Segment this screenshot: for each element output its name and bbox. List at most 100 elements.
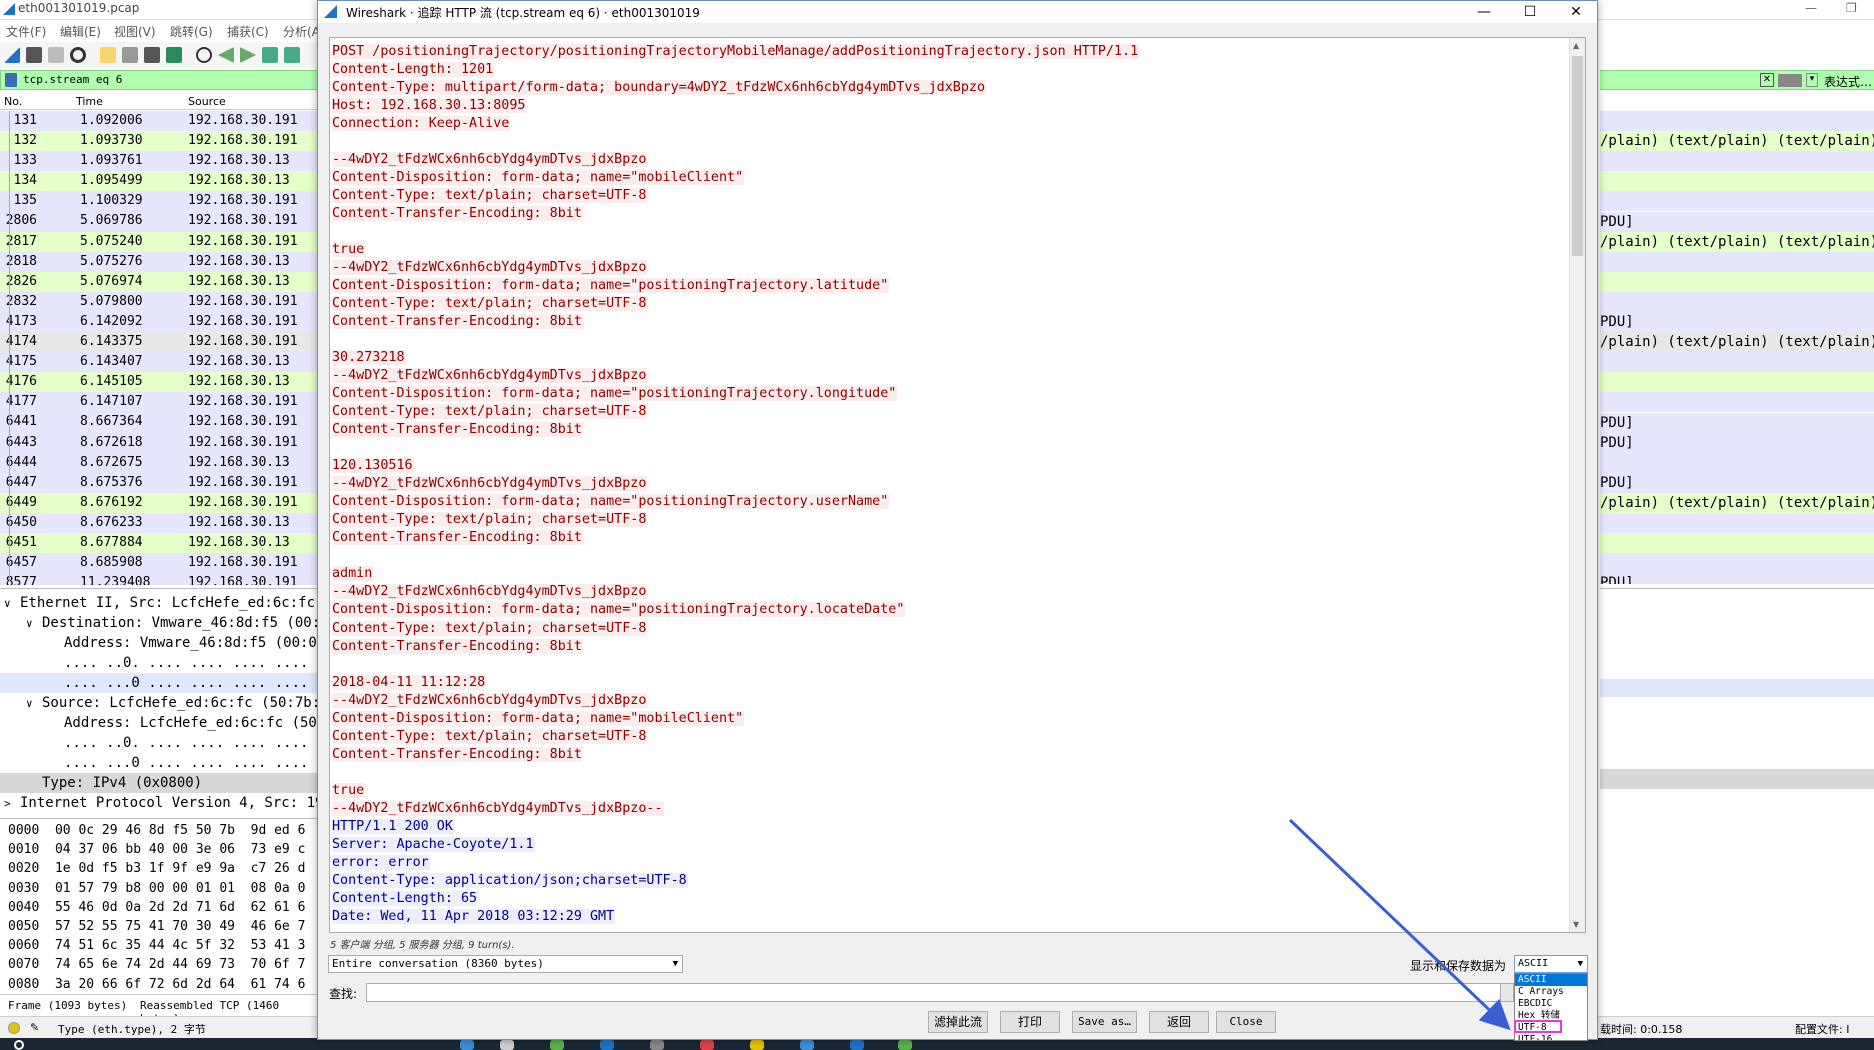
expression-button[interactable]: 表达式…: [1824, 73, 1872, 90]
detail-row[interactable]: Address: Vmware_46:8d:f5 (00:0c:: [0, 633, 334, 653]
taskbar-app-icon[interactable]: [750, 1040, 764, 1050]
go-to-packet-icon[interactable]: [262, 47, 278, 63]
display-filter-input[interactable]: tcp.stream eq 6: [23, 73, 122, 86]
back-button[interactable]: 返回: [1149, 1011, 1209, 1033]
menu-analyze[interactable]: 分析(A: [283, 23, 320, 40]
encoding-option[interactable]: C Arrays: [1515, 986, 1587, 998]
taskbar-app-icon[interactable]: [500, 1040, 514, 1050]
packet-info-cell[interactable]: /plain) (text/plain) (text/plain)…: [1600, 131, 1874, 152]
menu-capture[interactable]: 捕获(C): [227, 23, 269, 40]
print-button[interactable]: 打印: [1000, 1011, 1060, 1033]
packet-info-cell[interactable]: [1600, 171, 1874, 192]
packet-info-cell[interactable]: [1600, 151, 1874, 172]
clear-filter-icon[interactable]: ✕: [1760, 73, 1774, 87]
close-button[interactable]: Close: [1216, 1011, 1276, 1033]
packet-info-cell[interactable]: /plain) (text/plain) (text/plain)…: [1600, 332, 1874, 353]
detail-row[interactable]: Address: LcfcHefe_ed:6c:fc (50:7: [0, 713, 334, 733]
open-file-icon[interactable]: [100, 47, 116, 63]
packet-info-cell[interactable]: PDU]: [1600, 573, 1874, 584]
packet-row[interactable]: 4174 6.143375 192.168.30.191: [0, 332, 320, 353]
taskbar-app-icon[interactable]: [898, 1040, 912, 1050]
packet-row[interactable]: 133 1.093761 192.168.30.13: [0, 151, 320, 172]
packet-row[interactable]: 131 1.092006 192.168.30.191: [0, 111, 320, 132]
hex-row[interactable]: 0000 00 0c 29 46 8d f5 50 7b 9d ed 6: [8, 821, 305, 840]
save-as-button[interactable]: Save as…: [1072, 1011, 1137, 1033]
packet-info-cell[interactable]: [1600, 111, 1874, 131]
stop-capture-icon[interactable]: [26, 47, 42, 63]
expert-info-icon[interactable]: [8, 1022, 20, 1034]
packet-row[interactable]: 6449 8.676192 192.168.30.191: [0, 492, 320, 513]
go-forward-icon[interactable]: [240, 47, 256, 63]
taskbar-app-icon[interactable]: [650, 1040, 664, 1050]
taskbar-app-icon[interactable]: [800, 1040, 814, 1050]
hex-row[interactable]: 0030 01 57 79 b8 00 00 01 01 08 0a 0: [8, 879, 305, 898]
packet-info-cell[interactable]: PDU]: [1600, 432, 1874, 453]
packet-info-cell[interactable]: PDU]: [1600, 412, 1874, 433]
packet-row[interactable]: 6443 8.672618 192.168.30.191: [0, 432, 320, 453]
hex-row[interactable]: 0080 3a 20 66 6f 72 6d 2d 64 61 74 6: [8, 975, 305, 994]
encoding-option[interactable]: EBCDIC: [1515, 998, 1587, 1010]
packet-row[interactable]: 6441 8.667364 192.168.30.191: [0, 412, 320, 433]
packet-info-cell[interactable]: [1600, 553, 1874, 574]
stream-scrollbar[interactable]: ▲ ▼: [1569, 38, 1585, 932]
column-no[interactable]: No.: [4, 95, 22, 108]
hex-row[interactable]: 0060 74 51 6c 35 44 4c 5f 32 53 41 3: [8, 936, 305, 955]
packet-row[interactable]: 2806 5.069786 192.168.30.191: [0, 211, 320, 232]
close-window-button[interactable]: ✕: [1553, 1, 1599, 23]
packet-row[interactable]: 4177 6.147107 192.168.30.191: [0, 392, 320, 413]
packet-row[interactable]: 134 1.095499 192.168.30.13: [0, 171, 320, 192]
taskbar-app-icon[interactable]: [550, 1040, 564, 1050]
taskbar-wireshark-icon[interactable]: [850, 1040, 864, 1050]
save-file-icon[interactable]: [122, 47, 138, 63]
status-profile[interactable]: 配置文件: I: [1795, 1021, 1849, 1037]
packet-row[interactable]: 6457 8.685908 192.168.30.191: [0, 553, 320, 574]
detail-row[interactable]: .... ..0. .... .... .... .... =: [0, 733, 325, 753]
display-filter-bar[interactable]: tcp.stream eq 6: [0, 70, 320, 90]
packet-info-cell[interactable]: /plain) (text/plain) (text/plain)…: [1600, 231, 1874, 252]
scroll-down-icon[interactable]: ▼: [1573, 920, 1579, 929]
capture-options-icon[interactable]: [70, 47, 86, 63]
detail-row[interactable]: .... ..0. .... .... .... .... =: [0, 653, 325, 673]
packet-info-cell[interactable]: [1600, 251, 1874, 272]
packet-info-cell[interactable]: PDU]: [1600, 472, 1874, 493]
detail-row[interactable]: .... ...0 .... .... .... .... =: [0, 753, 325, 773]
packet-row[interactable]: 4175 6.143407 192.168.30.13: [0, 352, 320, 373]
packet-info-cell[interactable]: [1600, 191, 1874, 212]
packet-info-cell[interactable]: [1600, 372, 1874, 393]
menu-go[interactable]: 跳转(G): [170, 23, 213, 40]
detail-row[interactable]: ∨ Source: LcfcHefe_ed:6c:fc (50:7b:9: [0, 693, 329, 714]
find-button[interactable]: [1500, 983, 1514, 1002]
packet-row[interactable]: 6451 8.677884 192.168.30.13: [0, 532, 320, 554]
detail-row[interactable]: ∨ Destination: Vmware_46:8d:f5 (00:0c: [0, 613, 337, 633]
restore-icon[interactable]: ❐: [1846, 1, 1857, 15]
start-capture-icon[interactable]: [4, 47, 20, 63]
column-time[interactable]: Time: [76, 95, 103, 108]
menu-file[interactable]: 文件(F): [6, 23, 46, 40]
packet-info-cell[interactable]: PDU]: [1600, 211, 1874, 232]
find-packet-icon[interactable]: [196, 47, 212, 63]
encoding-option[interactable]: ASCII: [1515, 974, 1587, 986]
taskbar-app-icon[interactable]: [700, 1040, 714, 1050]
expand-chevron-icon[interactable]: ∨: [26, 694, 42, 714]
packet-row[interactable]: 2832 5.079800 192.168.30.191: [0, 291, 320, 312]
stream-content[interactable]: POST /positioningTrajectory/positioningT…: [329, 37, 1586, 933]
tab-frame[interactable]: Frame (1093 bytes): [8, 999, 127, 1012]
close-file-icon[interactable]: [144, 47, 160, 63]
taskbar-app-icon[interactable]: [460, 1040, 474, 1050]
conversation-select[interactable]: Entire conversation (8360 bytes) ▼: [328, 955, 683, 973]
scroll-up-icon[interactable]: ▲: [1573, 41, 1579, 50]
scrollbar-thumb[interactable]: [1572, 56, 1583, 256]
menu-edit[interactable]: 编辑(E): [60, 23, 101, 40]
go-back-icon[interactable]: [218, 47, 234, 63]
packet-row[interactable]: 6447 8.675376 192.168.30.191: [0, 472, 320, 493]
packet-row[interactable]: 6444 8.672675 192.168.30.13: [0, 452, 320, 473]
detail-row[interactable]: Type: IPv4 (0x0800): [0, 773, 320, 793]
packet-info-cell[interactable]: /plain) (text/plain) (text/plain)…: [1600, 492, 1874, 513]
packet-row[interactable]: 135 1.100329 192.168.30.191: [0, 191, 320, 212]
detail-row[interactable]: .... ...0 .... .... .... .... =: [0, 673, 325, 693]
packet-info-cell[interactable]: [1600, 352, 1874, 373]
filter-out-stream-button[interactable]: 滤掉此流: [928, 1011, 988, 1033]
hex-row[interactable]: 0020 1e 0d f5 b3 1f 9f e9 9a c7 26 d: [8, 859, 305, 878]
menu-view[interactable]: 视图(V): [114, 23, 156, 40]
hex-row[interactable]: 0070 74 65 6e 74 2d 44 69 73 70 6f 7: [8, 955, 305, 974]
